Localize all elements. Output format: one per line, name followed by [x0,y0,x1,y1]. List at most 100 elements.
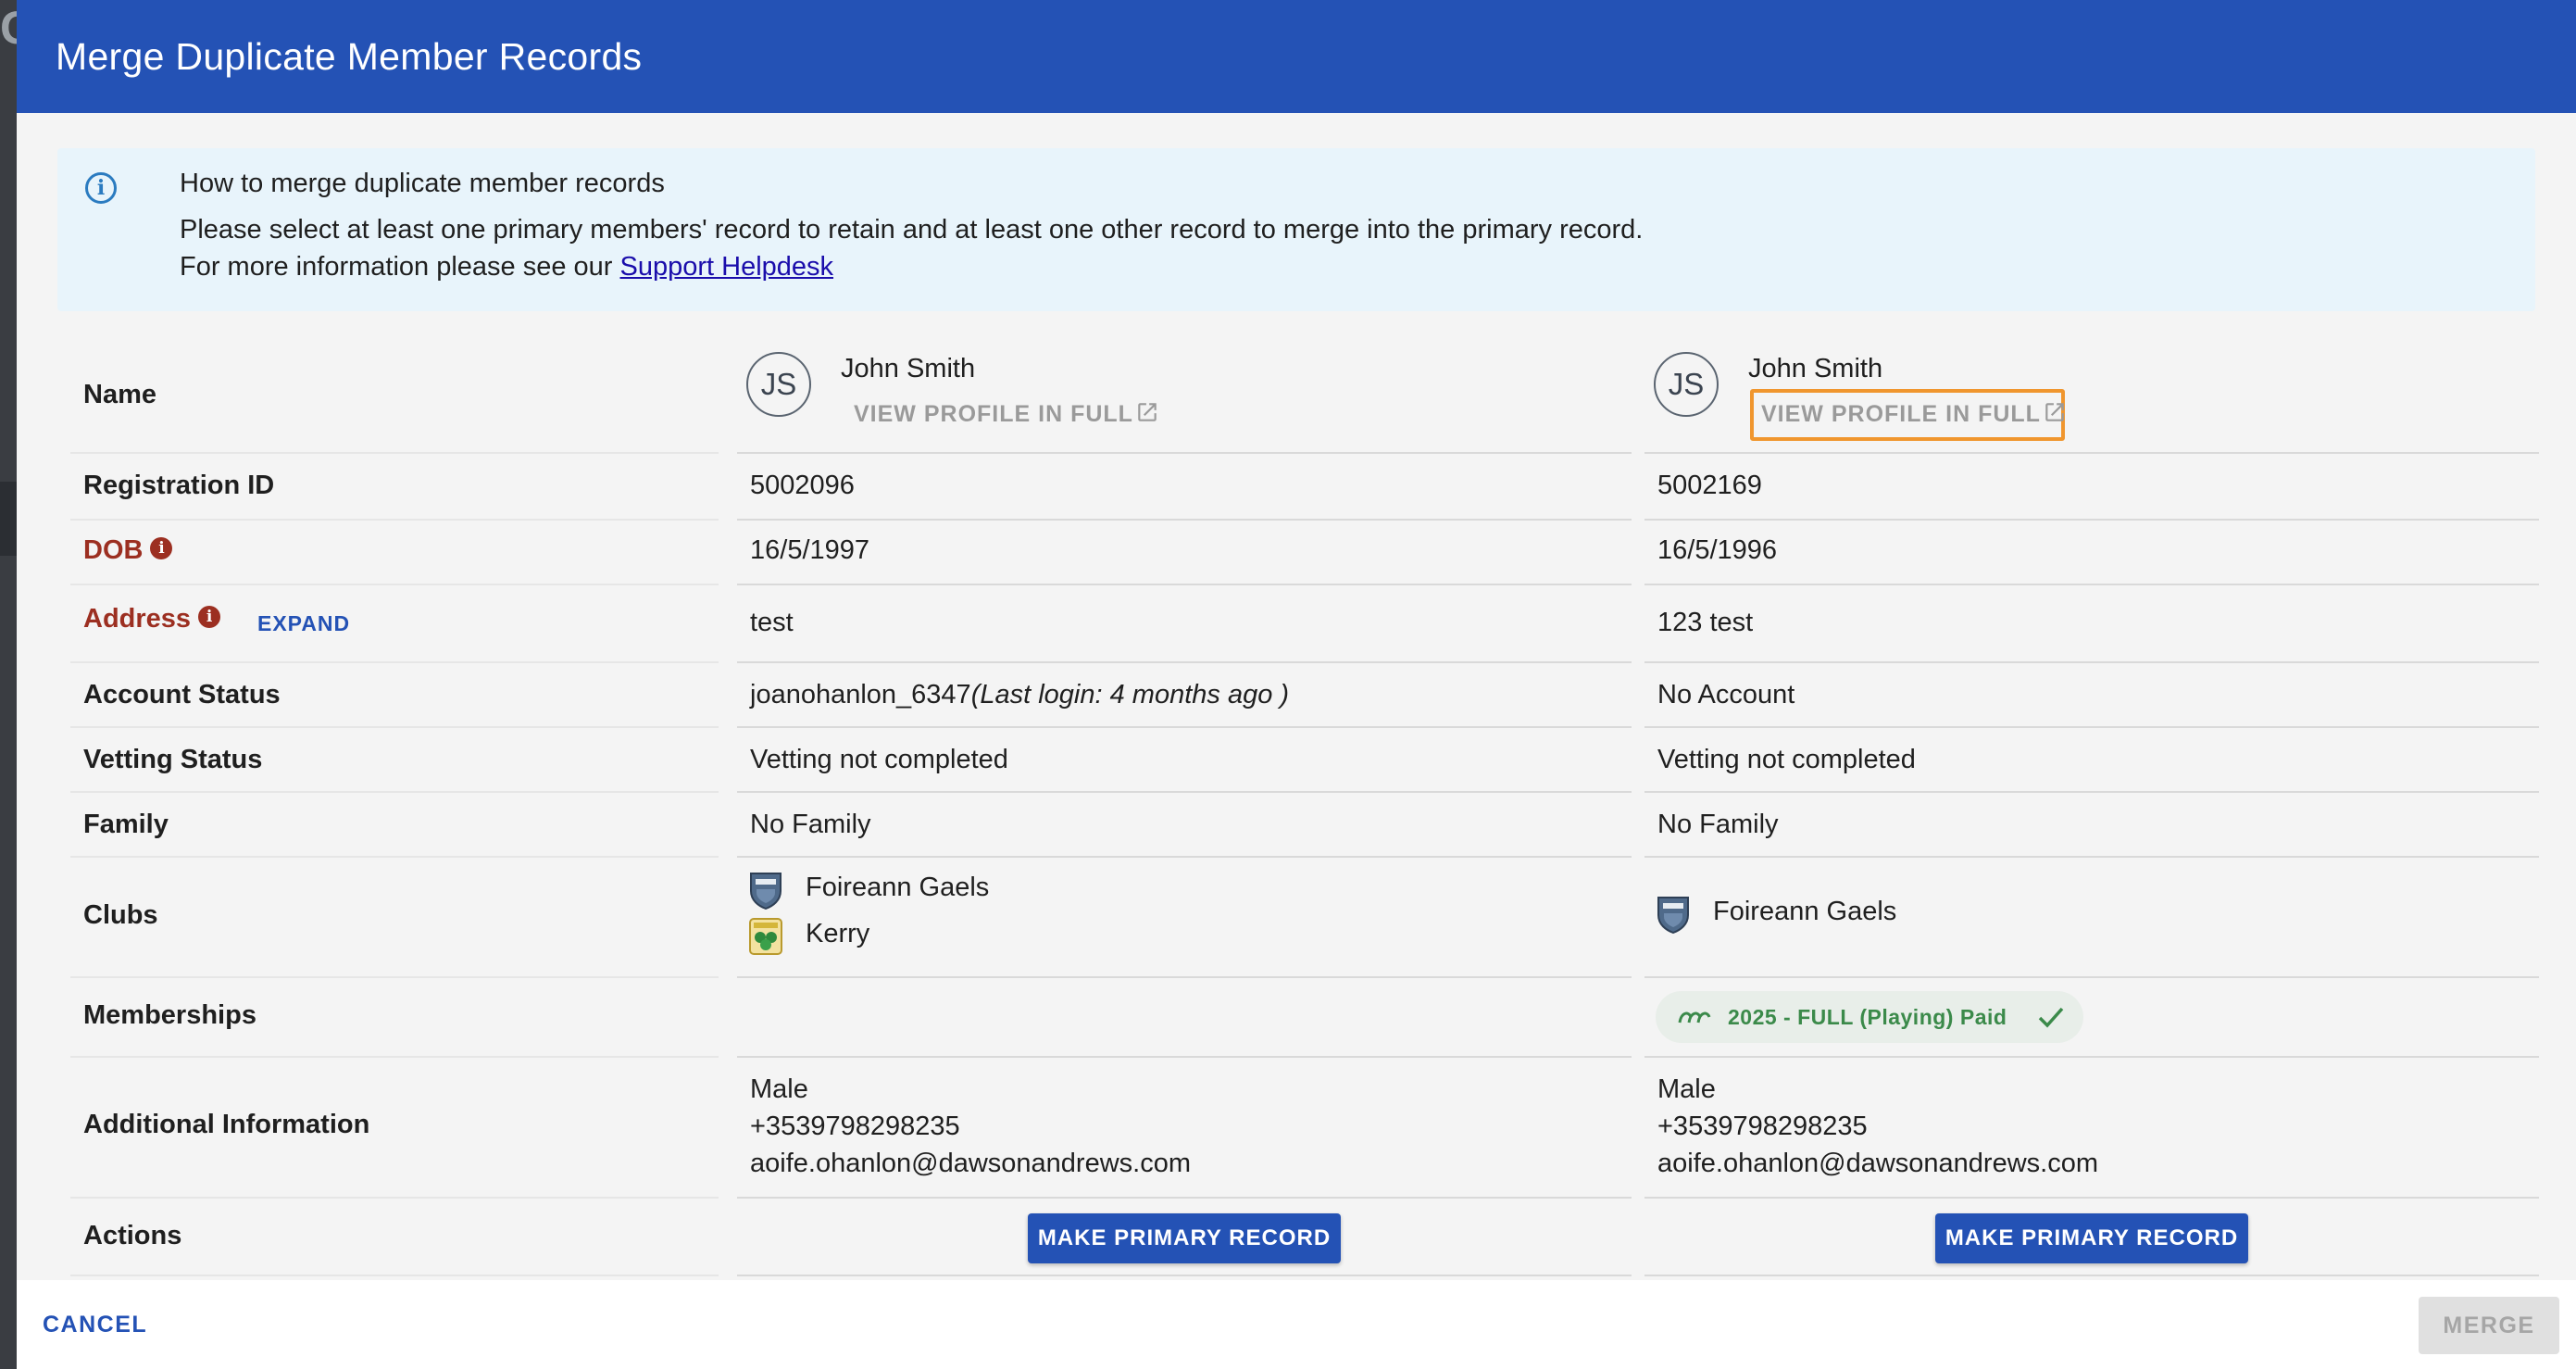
club-name: Foireann Gaels [806,873,990,902]
dialog-header: Merge Duplicate Member Records [17,0,2576,113]
record-2-dob-cell: 16/5/1996 [1644,521,2539,585]
person-name: John Smith [1748,354,1883,383]
info-text: Please select at least one primary membe… [180,215,1644,245]
email-value: aoife.ohanlon@dawsonandrews.com [1657,1149,2099,1178]
record-2-account-cell: No Account [1644,663,2539,728]
record-1-dob-cell: 16/5/1997 [737,521,1632,585]
record-2-address-cell: 123 test [1644,585,2539,663]
record-1-account-cell: joanohanlon_6347(Last login: 4 months ag… [737,663,1632,728]
row-clubs: Clubs Foireann Gaels Kerry Foireann Gael… [70,858,2543,978]
support-helpdesk-link[interactable]: Support Helpdesk [620,252,834,282]
row-address: Address i EXPAND test 123 test [70,585,2543,663]
gender-value: Male [750,1074,808,1104]
label-dob: DOB i [83,535,173,566]
record-1-clubs-cell: Foireann Gaels Kerry [737,858,1632,978]
info-alert: i How to merge duplicate member records … [57,148,2535,311]
make-primary-record-button[interactable]: MAKE PRIMARY RECORD [1028,1213,1341,1263]
info-icon[interactable]: i [150,537,173,559]
record-2-name-cell: JS John Smith VIEW PROFILE IN FULL [1644,335,2539,454]
label-family: Family [83,810,169,839]
info-heading: How to merge duplicate member records [180,169,665,198]
dialog-title: Merge Duplicate Member Records [56,35,643,78]
record-2-family-cell: No Family [1644,793,2539,858]
record-2-registration-cell: 5002169 [1644,454,2539,521]
family-value: No Family [750,810,871,839]
row-family: Family No Family No Family [70,793,2543,858]
club-name: Kerry [806,919,870,948]
last-login-text: (Last login: 4 months ago ) [970,680,1290,710]
record-1-family-cell: No Family [737,793,1632,858]
record-1-name-cell: JS John Smith VIEW PROFILE IN FULL [737,335,1632,454]
vetting-status-value: Vetting not completed [1657,745,1916,774]
family-value: No Family [1657,810,1779,839]
row-additional-information: Additional Information Male +35397982982… [70,1058,2543,1199]
check-icon [2037,1004,2065,1035]
info-more-prefix: For more information please see our [180,252,620,282]
address-value: 123 test [1657,608,1754,637]
external-link-icon [1135,400,1159,431]
label-registration-id: Registration ID [83,471,275,500]
record-2-additional-cell: Male +3539798298235 aoife.ohanlon@dawson… [1644,1058,2539,1199]
dob-value: 16/5/1997 [750,535,870,565]
record-1-registration-cell: 5002096 [737,454,1632,521]
row-registration-id: Registration ID 5002096 5002169 [70,454,2543,521]
info-more: For more information please see our Supp… [180,252,833,283]
label-name: Name [83,380,156,409]
row-vetting-status: Vetting Status Vetting not completed Vet… [70,728,2543,793]
club-name: Foireann Gaels [1713,897,1897,926]
membership-chip: 2025 - FULL (Playing) Paid [1656,991,2083,1043]
record-1-additional-cell: Male +3539798298235 aoife.ohanlon@dawson… [737,1058,1632,1199]
record-1-vetting-cell: Vetting not completed [737,728,1632,793]
gaa-logo-icon [1676,1004,1713,1035]
make-primary-record-button[interactable]: MAKE PRIMARY RECORD [1935,1213,2248,1263]
club-crest-icon [748,871,783,911]
view-profile-label: VIEW PROFILE IN FULL [854,401,1133,427]
membership-chip-label: 2025 - FULL (Playing) Paid [1728,1005,2007,1029]
gender-value: Male [1657,1074,1716,1104]
merge-dialog: Merge Duplicate Member Records i How to … [17,0,2576,1369]
label-dob-text: DOB [83,535,144,565]
record-1-actions-cell: MAKE PRIMARY RECORD [737,1199,1632,1276]
club-crest-icon [748,917,783,956]
row-memberships: Memberships 2025 - FULL (Playing) Paid [70,978,2543,1058]
record-2-clubs-cell: Foireann Gaels [1644,858,2539,978]
view-profile-label: VIEW PROFILE IN FULL [1761,401,2041,427]
record-2-vetting-cell: Vetting not completed [1644,728,2539,793]
record-1-address-cell: test [737,585,1632,663]
vetting-status-value: Vetting not completed [750,745,1008,774]
view-profile-link[interactable]: VIEW PROFILE IN FULL [1761,400,2067,431]
registration-id-value: 5002096 [750,471,855,500]
label-account-status: Account Status [83,680,281,710]
account-username: joanohanlon_6347 [750,680,971,710]
person-name: John Smith [841,354,976,383]
dob-value: 16/5/1996 [1657,535,1778,565]
avatar: JS [1654,352,1719,417]
row-dob: DOB i 16/5/1997 16/5/1996 [70,521,2543,585]
divider [737,1275,1632,1276]
merge-button[interactable]: MERGE [2419,1297,2559,1354]
record-1-memberships-cell [737,978,1632,1058]
phone-value: +3539798298235 [1657,1112,1868,1141]
row-name: Name JS John Smith VIEW PROFILE IN FULL … [70,335,2543,454]
label-clubs: Clubs [83,900,158,930]
phone-value: +3539798298235 [750,1112,960,1141]
label-address-text: Address [83,604,192,634]
address-value: test [750,608,794,637]
external-link-icon [2043,400,2067,431]
account-status-value: joanohanlon_6347(Last login: 4 months ag… [750,680,1289,710]
account-status-value: No Account [1657,680,1795,710]
address-expand-button[interactable]: EXPAND [257,611,350,636]
cancel-button[interactable]: CANCEL [43,1280,147,1369]
label-vetting-status: Vetting Status [83,745,263,774]
label-address: Address i [83,604,221,634]
divider [1644,1275,2539,1276]
registration-id-value: 5002169 [1657,471,1762,500]
background-app-fragment: G [0,0,17,56]
row-actions: Actions MAKE PRIMARY RECORD MAKE PRIMARY… [70,1199,2543,1276]
view-profile-link[interactable]: VIEW PROFILE IN FULL [854,400,1159,431]
info-circle-icon: i [85,172,117,204]
dialog-footer: CANCEL MERGE [17,1280,2576,1369]
email-value: aoife.ohanlon@dawsonandrews.com [750,1149,1192,1178]
info-icon[interactable]: i [198,606,221,628]
record-2-memberships-cell: 2025 - FULL (Playing) Paid [1644,978,2539,1058]
